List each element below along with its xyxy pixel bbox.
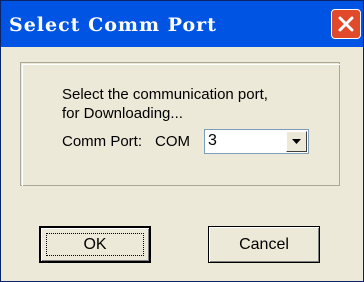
prompt-text: Select the communication port, for Downl… — [62, 85, 268, 123]
dropdown-button[interactable] — [286, 131, 307, 152]
focus-ring — [46, 233, 144, 256]
ok-button[interactable]: OK — [39, 226, 151, 263]
prompt-line-2: for Downloading... — [62, 105, 183, 122]
com-port-select[interactable]: 3 — [204, 129, 309, 154]
cancel-button[interactable]: Cancel — [208, 226, 320, 263]
select-comm-port-dialog: Select Comm Port Select the communicatio… — [0, 0, 364, 282]
port-group-box: Select the communication port, for Downl… — [20, 62, 340, 186]
com-port-value: 3 — [208, 132, 217, 149]
comm-port-label: Comm Port: — [62, 133, 143, 150]
close-button[interactable] — [331, 9, 361, 39]
window-title: Select Comm Port — [9, 14, 217, 36]
prompt-line-1: Select the communication port, — [62, 86, 268, 103]
title-bar[interactable]: Select Comm Port — [1, 1, 363, 47]
cancel-button-label: Cancel — [239, 236, 289, 253]
close-icon — [338, 16, 354, 32]
com-prefix-label: COM — [155, 133, 190, 150]
chevron-down-icon — [292, 139, 301, 144]
